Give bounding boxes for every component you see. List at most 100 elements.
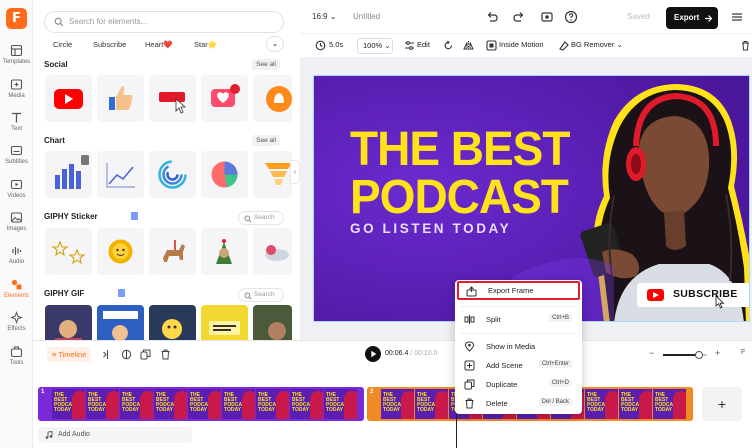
- sticker-dog-tile[interactable]: [149, 228, 196, 275]
- context-menu-item-split[interactable]: Split Ctrl+B: [455, 310, 582, 329]
- gif-tile-1[interactable]: [45, 305, 92, 340]
- sidebar-item-label: Tools: [9, 360, 24, 366]
- sidebar-item-audio[interactable]: Audio: [0, 244, 33, 274]
- context-menu-item-delete[interactable]: Delete Del / Back: [455, 394, 582, 413]
- chip-circle[interactable]: Circle: [53, 38, 72, 51]
- youtube-sticker-tile[interactable]: [45, 75, 92, 122]
- gif-tile-4[interactable]: [201, 305, 248, 340]
- play-icon[interactable]: [365, 346, 381, 362]
- gif-tile-5[interactable]: [253, 305, 292, 340]
- section-title-giphy-gif: GIPHY GIF: [44, 289, 85, 298]
- bell-sticker-tile[interactable]: [253, 75, 292, 122]
- more-menu-icon[interactable]: [730, 10, 744, 24]
- add-audio-button[interactable]: Add Audio: [38, 427, 192, 443]
- subscribe-click-sticker-tile[interactable]: [149, 75, 196, 122]
- line-chart-tile[interactable]: [97, 151, 144, 198]
- section-title-giphy-sticker: GIPHY Sticker: [44, 212, 98, 221]
- stars-sticker-icon: [51, 240, 86, 265]
- party-sticker-icon: [216, 239, 232, 264]
- rotate-icon[interactable]: [443, 40, 454, 51]
- collapse-panel-button[interactable]: ‹: [290, 160, 300, 184]
- subheadline[interactable]: GO LISTEN TODAY: [350, 221, 511, 236]
- sidebar-item-media[interactable]: Media: [0, 78, 33, 108]
- trash-icon[interactable]: [160, 349, 171, 360]
- fit-icon[interactable]: F: [741, 349, 745, 356]
- export-button[interactable]: Export: [666, 7, 718, 29]
- clip-thumbnail-figure: [435, 391, 448, 419]
- chip-star[interactable]: Star🌟: [194, 38, 217, 51]
- split-clip-icon[interactable]: [102, 349, 113, 360]
- add-clip-button[interactable]: +: [702, 387, 742, 421]
- screen-record-icon[interactable]: [540, 10, 554, 24]
- location-pin-icon: [464, 341, 475, 352]
- inside-motion-button[interactable]: Inside Motion: [499, 40, 544, 49]
- subscribe-badge[interactable]: SUBSCRIBE: [637, 283, 749, 307]
- context-menu-label: Split: [486, 315, 501, 324]
- context-menu-item-duplicate[interactable]: Duplicate Ctrl+D: [455, 375, 582, 394]
- gif-thumbnail-icon: [55, 320, 82, 340]
- see-all-social-button[interactable]: See all: [252, 59, 280, 70]
- context-menu-item-add-scene[interactable]: Add Scene Ctrl+Enter: [455, 356, 582, 375]
- flip-icon[interactable]: [463, 40, 474, 51]
- see-all-chart-button[interactable]: See all: [252, 135, 280, 146]
- like-notification-sticker-tile[interactable]: [201, 75, 248, 122]
- chevron-down-icon[interactable]: ⌄: [266, 36, 284, 52]
- undo-icon[interactable]: [485, 10, 499, 24]
- sticker-stars-tile[interactable]: [45, 228, 92, 275]
- search-input[interactable]: Search for elements...: [44, 11, 284, 33]
- gif-tile-2[interactable]: [97, 305, 144, 340]
- zoom-in-icon[interactable]: +: [715, 348, 720, 358]
- clip-thumbnail-text: THE BEST PODCAST TODAY: [88, 392, 113, 413]
- youtube-logo-icon: [54, 89, 83, 109]
- sidebar-item-videos[interactable]: Videos: [0, 178, 33, 208]
- clip-thumbnail: THE BEST PODCAST TODAY: [120, 389, 153, 419]
- sidebar-item-images[interactable]: Images: [0, 211, 33, 241]
- timeline-zoom-slider[interactable]: [663, 351, 707, 359]
- bg-remover-button[interactable]: BG Remover ⌄: [571, 40, 623, 49]
- pie-chart-tile[interactable]: [201, 151, 248, 198]
- sticker-party-tile[interactable]: [201, 228, 248, 275]
- trim-icon[interactable]: [121, 349, 132, 360]
- copy-icon[interactable]: [140, 349, 151, 360]
- headline-line-1[interactable]: THE BEST: [350, 124, 570, 172]
- thumbs-up-sticker-tile[interactable]: [97, 75, 144, 122]
- bar-chart-icon: [55, 155, 89, 189]
- edit-button[interactable]: Edit: [417, 40, 430, 49]
- sidebar-item-label: Text: [10, 126, 22, 132]
- sidebar-item-text[interactable]: Text: [0, 111, 33, 141]
- aspect-ratio-select[interactable]: 16:9 ⌄: [312, 12, 337, 21]
- bar-chart-tile[interactable]: [45, 151, 92, 198]
- sidebar-item-subtitles[interactable]: Subtitles: [0, 144, 33, 174]
- radial-chart-tile[interactable]: [149, 151, 196, 198]
- timeline-header: ≡ Timeline 00:06.4 / 00:10.0 − + F: [33, 340, 752, 368]
- redo-icon[interactable]: [512, 10, 526, 24]
- app-logo[interactable]: F: [6, 8, 27, 29]
- funnel-chart-tile[interactable]: [253, 151, 292, 198]
- clock-icon: [315, 40, 326, 51]
- chip-heart[interactable]: Heart❤️: [145, 38, 173, 51]
- sticker-sun-tile[interactable]: [97, 228, 144, 275]
- chip-subscribe[interactable]: Subscribe: [93, 38, 126, 51]
- bg-remover-label: BG Remover: [571, 40, 615, 49]
- sticker-cloud-tile[interactable]: [253, 228, 292, 275]
- context-menu-label: Duplicate: [486, 380, 518, 389]
- zoom-select[interactable]: 100% ⌄: [357, 38, 393, 54]
- sidebar-item-tools[interactable]: Tools: [0, 345, 33, 375]
- inside-motion-icon: [486, 40, 497, 51]
- zoom-slider-handle[interactable]: [695, 351, 703, 359]
- sidebar-item-elements[interactable]: Elements: [0, 278, 33, 308]
- zoom-out-icon[interactable]: −: [649, 348, 654, 358]
- duration-input[interactable]: 5.0s: [329, 40, 343, 49]
- giphy-gif-search-input[interactable]: Search: [238, 288, 284, 302]
- gif-tile-3[interactable]: [149, 305, 196, 340]
- timeline-toggle-button[interactable]: ≡ Timeline: [47, 347, 92, 362]
- context-menu-item-show-in-media[interactable]: Show in Media: [455, 337, 582, 356]
- project-title[interactable]: Untitled: [353, 12, 380, 21]
- giphy-sticker-search-input[interactable]: Search: [238, 211, 284, 225]
- sidebar-item-effects[interactable]: Effects: [0, 311, 33, 341]
- headline-line-2[interactable]: PODCAST: [350, 172, 569, 220]
- help-icon[interactable]: [564, 10, 578, 24]
- sidebar-item-templates[interactable]: Templates: [0, 44, 33, 74]
- context-menu-item-export-frame[interactable]: Export Frame: [457, 281, 580, 300]
- trash-icon[interactable]: [740, 40, 751, 51]
